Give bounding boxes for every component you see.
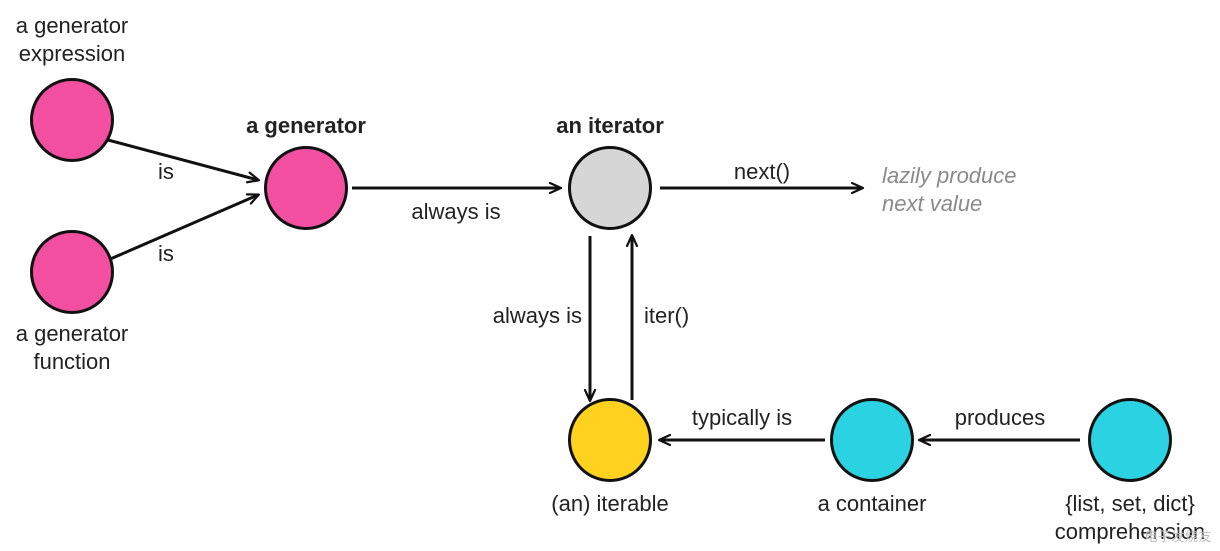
edge-label-iter-fn: iter() (644, 302, 689, 330)
edge-label-typically-is: typically is (692, 404, 792, 432)
node-iterator (568, 146, 652, 230)
edge-label-produces: produces (955, 404, 1046, 432)
label-iterable: (an) iterable (551, 490, 668, 518)
label-generator: a generator (246, 112, 366, 140)
node-iterable (568, 398, 652, 482)
label-generator-function: a generatorfunction (0, 320, 152, 375)
edge-label-func-is: is (158, 240, 174, 268)
node-comprehension (1088, 398, 1172, 482)
edge-label-next: next() (734, 158, 790, 186)
label-container: a container (818, 490, 927, 518)
label-generator-expression: a generatorexpression (0, 12, 152, 67)
arrow-func-to-gen (108, 195, 258, 260)
node-generator (264, 146, 348, 230)
node-generator-expression (30, 78, 114, 162)
node-generator-function (30, 230, 114, 314)
note-lazy: lazily producenext value (882, 162, 1082, 217)
watermark: 电子发烧友 (1144, 526, 1212, 545)
node-container (830, 398, 914, 482)
edge-label-always-is-2: always is (492, 302, 582, 330)
arrow-expr-to-gen (108, 140, 258, 180)
diagram-stage: a generatorexpression a generatorfunctio… (0, 0, 1220, 551)
edge-label-always-is-1: always is (411, 198, 500, 226)
label-iterator: an iterator (556, 112, 664, 140)
edge-label-expr-is: is (158, 158, 174, 186)
